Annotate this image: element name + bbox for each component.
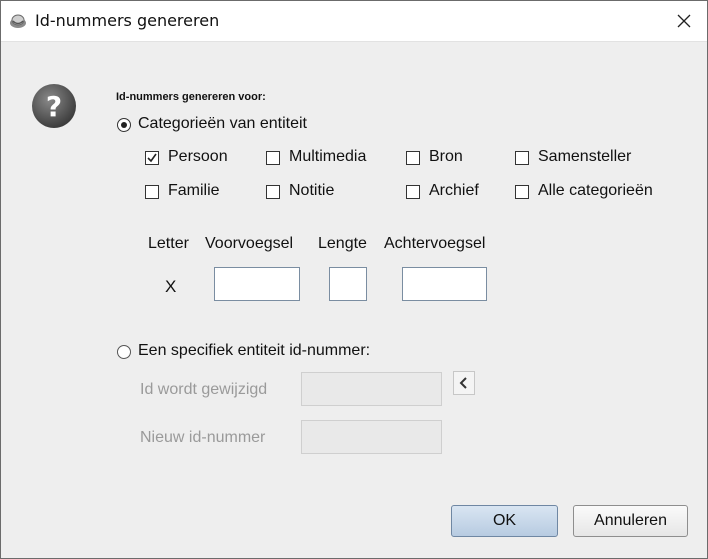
checkbox-archief-label[interactable]: Archief xyxy=(429,182,479,200)
close-icon[interactable] xyxy=(676,13,692,29)
letter-header: Letter xyxy=(148,235,189,252)
checkbox-multimedia-label[interactable]: Multimedia xyxy=(289,148,366,166)
new-id-input[interactable] xyxy=(301,420,442,454)
checkbox-bron-label[interactable]: Bron xyxy=(429,148,463,166)
title-bar: Id-nummers genereren xyxy=(1,1,707,42)
chevron-left-icon xyxy=(459,377,467,389)
window-title: Id-nummers genereren xyxy=(35,11,220,30)
specific-id-radio-label[interactable]: Een specifiek entiteit id-nummer: xyxy=(138,342,370,360)
checkbox-alle-categorieen-label[interactable]: Alle categorieën xyxy=(538,182,653,200)
new-id-label: Nieuw id-nummer xyxy=(140,429,266,446)
ok-button[interactable]: OK xyxy=(451,505,558,537)
section-heading: Id-nummers genereren voor: xyxy=(116,91,266,103)
svg-text:?: ? xyxy=(46,90,62,123)
checkbox-notitie[interactable] xyxy=(266,185,280,199)
specific-id-radio[interactable] xyxy=(117,345,131,359)
close-button[interactable] xyxy=(661,1,707,41)
checkbox-archief[interactable] xyxy=(406,185,420,199)
cancel-button[interactable]: Annuleren xyxy=(573,505,688,537)
checkbox-bron[interactable] xyxy=(406,151,420,165)
id-changed-label: Id wordt gewijzigd xyxy=(140,381,268,398)
app-icon xyxy=(9,12,27,30)
prefix-input[interactable] xyxy=(214,267,300,301)
checkbox-alle-categorieen[interactable] xyxy=(515,185,529,199)
pick-id-button[interactable] xyxy=(453,371,475,395)
checkbox-notitie-label[interactable]: Notitie xyxy=(289,182,334,200)
prefix-header: Voorvoegsel xyxy=(205,235,294,252)
categories-radio-label[interactable]: Categorieën van entiteit xyxy=(138,115,307,133)
checkbox-multimedia[interactable] xyxy=(266,151,280,165)
length-input[interactable] xyxy=(329,267,367,301)
letter-value: X xyxy=(165,277,177,296)
id-changed-input[interactable] xyxy=(301,372,442,406)
question-icon: ? xyxy=(31,83,77,129)
suffix-header: Achtervoegsel xyxy=(384,235,486,252)
checkbox-familie[interactable] xyxy=(145,185,159,199)
categories-radio[interactable] xyxy=(117,118,131,132)
checkbox-persoon-label[interactable]: Persoon xyxy=(168,148,228,166)
suffix-input[interactable] xyxy=(402,267,487,301)
checkbox-samensteller[interactable] xyxy=(515,151,529,165)
checkbox-familie-label[interactable]: Familie xyxy=(168,182,220,200)
length-header: Lengte xyxy=(318,235,367,252)
checkbox-persoon[interactable] xyxy=(145,151,159,165)
checkbox-samensteller-label[interactable]: Samensteller xyxy=(538,148,631,166)
dialog-window: Id-nummers genereren ? Id-nummers genere… xyxy=(0,0,708,559)
